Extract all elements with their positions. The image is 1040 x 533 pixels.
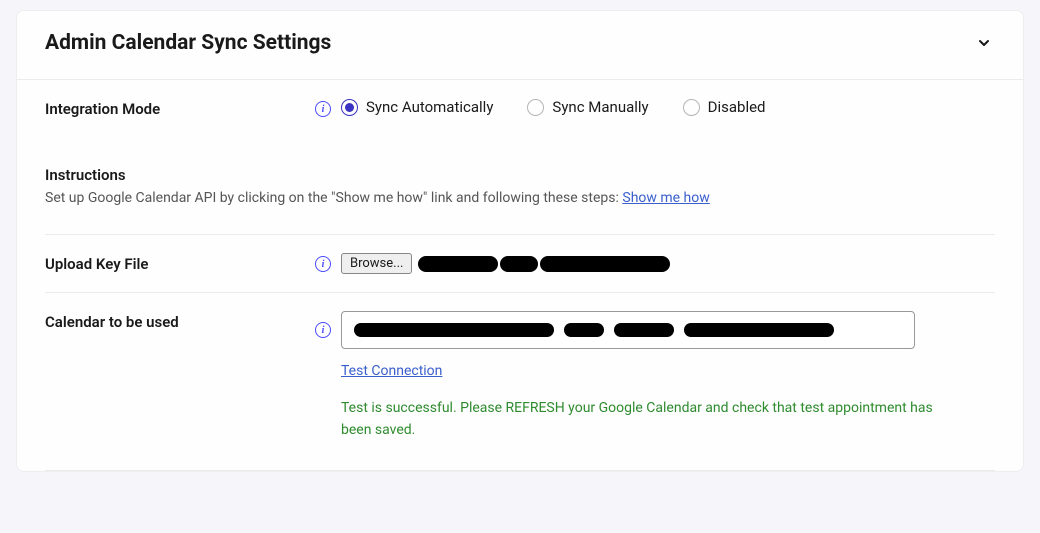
integration-mode-radios: Sync Automatically Sync Manually Disable… bbox=[341, 98, 766, 116]
test-connection-link[interactable]: Test Connection bbox=[341, 363, 442, 379]
instructions-block: Instructions Set up Google Calendar API … bbox=[45, 136, 995, 235]
redacted-filename bbox=[500, 256, 538, 272]
radio-label: Sync Automatically bbox=[366, 98, 493, 116]
redacted-value bbox=[684, 323, 834, 337]
instructions-title: Instructions bbox=[45, 166, 995, 184]
radio-disabled[interactable]: Disabled bbox=[683, 98, 766, 116]
card-title: Admin Calendar Sync Settings bbox=[45, 31, 331, 55]
calendar-used-row: Calendar to be used i Test Connection Te… bbox=[45, 293, 995, 471]
radio-label: Sync Manually bbox=[552, 98, 648, 116]
collapse-toggle[interactable] bbox=[973, 32, 995, 54]
card-body: Integration Mode i Sync Automatically Sy… bbox=[17, 80, 1023, 471]
upload-key-field: i Browse... bbox=[315, 253, 995, 274]
card-header: Admin Calendar Sync Settings bbox=[17, 11, 1023, 80]
calendar-used-label: Calendar to be used bbox=[45, 311, 315, 331]
integration-mode-row: Integration Mode i Sync Automatically Sy… bbox=[45, 80, 995, 136]
upload-key-label: Upload Key File bbox=[45, 253, 315, 273]
calendar-id-input[interactable] bbox=[341, 311, 915, 349]
upload-key-row: Upload Key File i Browse... bbox=[45, 235, 995, 293]
redacted-value bbox=[614, 323, 674, 337]
settings-card: Admin Calendar Sync Settings Integration… bbox=[16, 10, 1024, 472]
redacted-value bbox=[564, 323, 604, 337]
radio-label: Disabled bbox=[708, 98, 766, 116]
instructions-body: Set up Google Calendar API by clicking o… bbox=[45, 190, 622, 206]
file-input-wrap: Browse... bbox=[341, 253, 670, 274]
radio-sync-auto[interactable]: Sync Automatically bbox=[341, 98, 493, 116]
chevron-down-icon bbox=[977, 36, 991, 50]
redacted-filename bbox=[540, 256, 670, 272]
radio-circle-icon bbox=[341, 99, 358, 116]
browse-button[interactable]: Browse... bbox=[341, 253, 412, 274]
radio-sync-manual[interactable]: Sync Manually bbox=[527, 98, 648, 116]
test-success-message: Test is successful. Please REFRESH your … bbox=[341, 397, 961, 442]
instructions-text: Set up Google Calendar API by clicking o… bbox=[45, 190, 995, 206]
radio-circle-icon bbox=[683, 99, 700, 116]
info-icon[interactable]: i bbox=[315, 256, 331, 272]
show-me-how-link[interactable]: Show me how bbox=[622, 190, 709, 206]
redacted-value bbox=[354, 323, 554, 337]
calendar-used-col: Test Connection Test is successful. Plea… bbox=[341, 311, 961, 442]
calendar-used-field: i Test Connection Test is successful. Pl… bbox=[315, 311, 995, 442]
radio-circle-icon bbox=[527, 99, 544, 116]
integration-mode-label: Integration Mode bbox=[45, 98, 315, 118]
redacted-filename bbox=[418, 256, 498, 272]
integration-mode-field: i Sync Automatically Sync Manually Disab… bbox=[315, 98, 995, 117]
info-icon[interactable]: i bbox=[315, 101, 331, 117]
info-icon[interactable]: i bbox=[315, 322, 331, 338]
